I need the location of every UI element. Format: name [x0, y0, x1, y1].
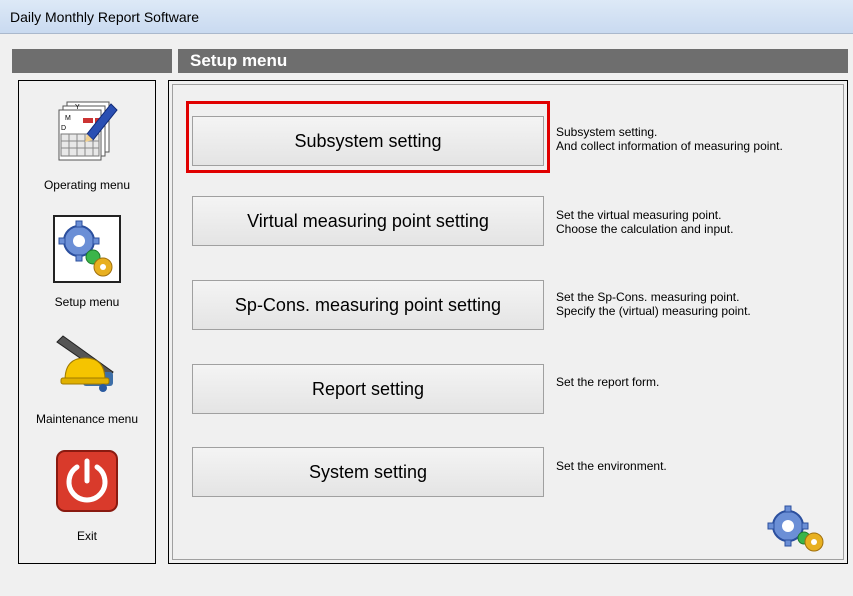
header-separator	[172, 49, 178, 73]
svg-text:Y: Y	[75, 104, 80, 111]
title-bar: Daily Monthly Report Software	[0, 0, 853, 34]
sidebar-item-maintenance-menu[interactable]: Maintenance menu	[19, 332, 155, 426]
description-line: Set the Sp-Cons. measuring point.	[556, 290, 740, 304]
power-icon[interactable]	[53, 449, 121, 517]
sidebar-item-label: Operating menu	[43, 178, 131, 192]
sp-cons-measuring-point-description: Set the Sp-Cons. measuring point. Specif…	[556, 290, 751, 318]
description-line: And collect information of measuring poi…	[556, 139, 783, 153]
sidebar-item-setup-menu[interactable]: Setup menu	[19, 215, 155, 309]
description-line: Set the environment.	[556, 459, 667, 473]
description-line: Set the virtual measuring point.	[556, 208, 722, 222]
sidebar-item-operating-menu[interactable]: Y M D Operating menu	[19, 98, 155, 192]
svg-text:D: D	[61, 125, 66, 132]
description-line: Choose the calculation and input.	[556, 222, 734, 236]
virtual-measuring-point-description: Set the virtual measuring point. Choose …	[556, 208, 733, 236]
page-title: Setup menu	[190, 51, 288, 70]
description-line: Set the report form.	[556, 375, 660, 389]
sp-cons-measuring-point-setting-button[interactable]: Sp-Cons. measuring point setting	[192, 280, 544, 330]
report-setting-description: Set the report form.	[556, 375, 659, 389]
hardhat-tools-icon[interactable]	[53, 332, 121, 400]
virtual-measuring-point-setting-button[interactable]: Virtual measuring point setting	[192, 196, 544, 246]
report-setting-button[interactable]: Report setting	[192, 364, 544, 414]
sidebar: Y M D Operating menu Setup menu Maintena…	[18, 80, 156, 564]
description-line: Subsystem setting.	[556, 125, 658, 139]
window-title: Daily Monthly Report Software	[10, 9, 200, 25]
sidebar-item-label: Maintenance menu	[35, 412, 139, 426]
svg-text:M: M	[65, 115, 71, 122]
sidebar-item-exit[interactable]: Exit	[19, 449, 155, 543]
header-bar: Setup menu	[12, 49, 848, 73]
system-setting-description: Set the environment.	[556, 459, 667, 473]
description-line: Specify the (virtual) measuring point.	[556, 304, 751, 318]
gears-icon[interactable]	[53, 215, 121, 283]
sidebar-item-label: Exit	[76, 529, 97, 543]
gears-icon	[764, 504, 828, 552]
system-setting-button[interactable]: System setting	[192, 447, 544, 497]
subsystem-setting-button[interactable]: Subsystem setting	[192, 116, 544, 166]
calendar-pen-icon[interactable]: Y M D	[53, 98, 121, 166]
sidebar-item-label: Setup menu	[54, 295, 120, 309]
subsystem-setting-description: Subsystem setting. And collect informati…	[556, 125, 783, 153]
